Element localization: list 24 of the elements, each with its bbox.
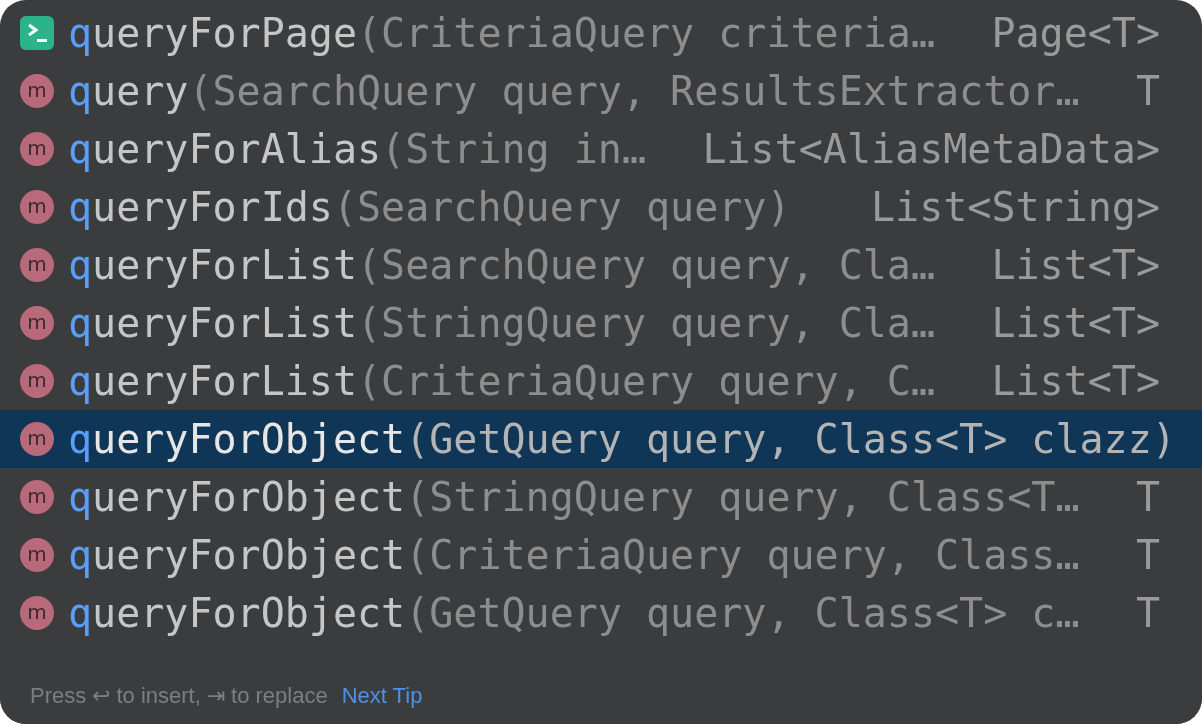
shortcut-hint: Press ↩ to insert, ⇥ to replace [30, 683, 328, 709]
method-icon: m [20, 306, 54, 340]
completion-item[interactable]: m queryForList(StringQuery query, Cla… List<T> [0, 294, 1202, 352]
completion-item[interactable]: m queryForObject(CriteriaQuery query, Class… T [0, 526, 1202, 584]
completion-item[interactable]: m queryForList(SearchQuery query, Cla… List<T> [0, 236, 1202, 294]
method-icon: m [20, 248, 54, 282]
completion-item[interactable]: m queryForObject(GetQuery query, Class<T> c… T [0, 584, 1202, 642]
method-icon: m [20, 480, 54, 514]
method-icon: m [20, 364, 54, 398]
completion-item[interactable]: queryForPage(CriteriaQuery criteria… Page<T> [0, 4, 1202, 62]
method-icon: m [20, 132, 54, 166]
completion-item[interactable]: m queryForIds(SearchQuery query) List<String> [0, 178, 1202, 236]
method-icon: m [20, 190, 54, 224]
next-tip-link[interactable]: Next Tip [341, 683, 423, 709]
method-icon: m [20, 596, 54, 630]
completion-item[interactable]: m queryForObject(GetQuery query, Class<T> clazz) [0, 410, 1202, 468]
terminal-icon [20, 16, 54, 50]
method-icon: m [20, 538, 54, 572]
completion-item[interactable]: m queryForAlias(String in… List<AliasMetaData> [0, 120, 1202, 178]
completion-item[interactable]: m queryForObject(StringQuery query, Class<T… T [0, 468, 1202, 526]
completion-item[interactable]: m queryForList(CriteriaQuery query, C… List<T> [0, 352, 1202, 410]
method-icon: m [20, 422, 54, 456]
completion-item[interactable]: m query(SearchQuery query, ResultsExtractor… T [0, 62, 1202, 120]
method-icon: m [20, 74, 54, 108]
